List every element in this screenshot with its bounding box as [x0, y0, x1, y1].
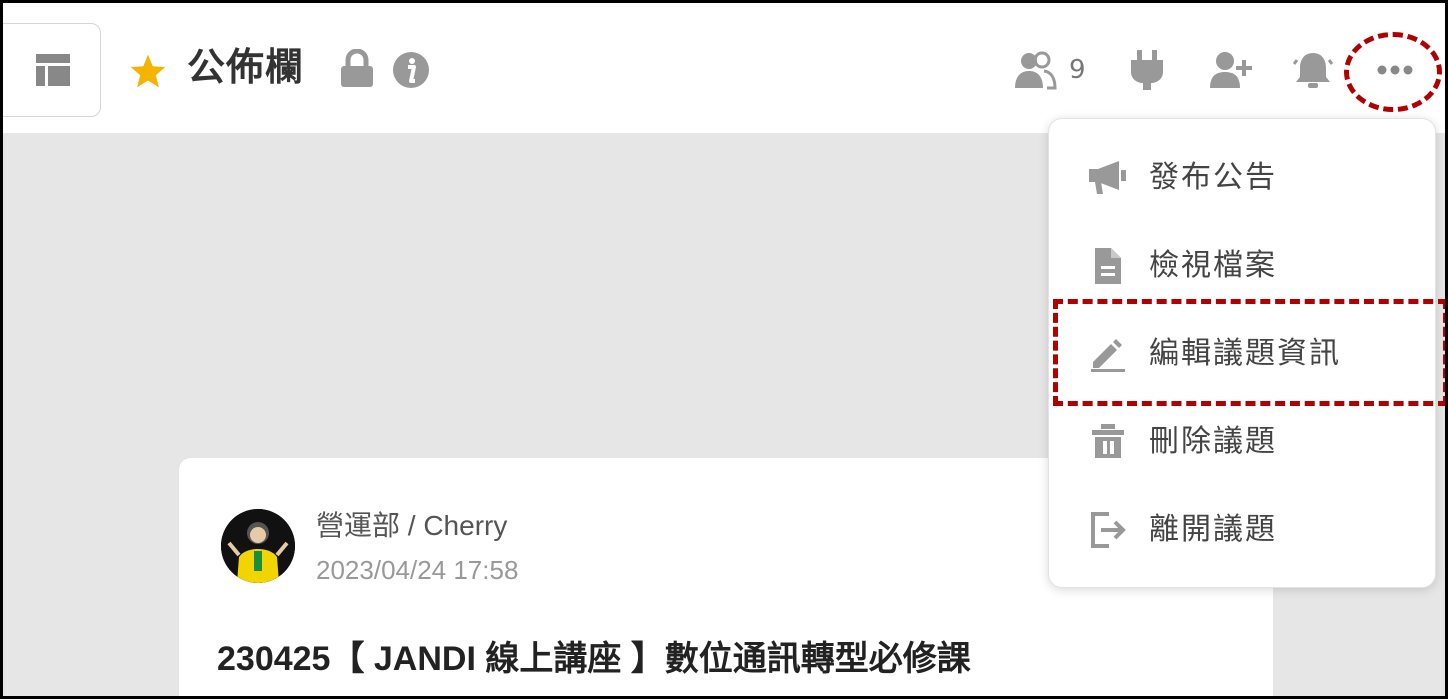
avatar-image — [221, 509, 295, 583]
menu-item-label: 發布公告 — [1149, 160, 1277, 195]
menu-item-view-files[interactable]: 檢視檔案 — [1049, 222, 1435, 310]
post-timestamp: 2023/04/24 17:58 — [316, 555, 519, 585]
plug-icon[interactable] — [1129, 50, 1165, 90]
post-author[interactable]: 營運部 / Cherry — [316, 508, 507, 544]
trash-icon — [1092, 424, 1124, 458]
topic-title: 公佈欄 — [187, 45, 305, 89]
star-icon[interactable] — [129, 53, 167, 89]
lock-icon — [341, 49, 373, 87]
app-frame: 公佈欄 9 營運部 / Cherry 2023/04/24 17:58 2304… — [0, 0, 1448, 699]
bell-icon[interactable] — [1293, 50, 1333, 90]
file-icon — [1095, 248, 1121, 284]
menu-item-leave-topic[interactable]: 離開議題 — [1049, 486, 1435, 574]
edit-item-highlight — [1053, 299, 1445, 406]
menu-item-label: 檢視檔案 — [1149, 248, 1277, 283]
exit-icon — [1091, 512, 1126, 548]
add-member-icon[interactable] — [1209, 50, 1253, 90]
avatar[interactable] — [221, 509, 295, 583]
menu-item-label: 離開議題 — [1149, 512, 1277, 547]
menu-item-delete-topic[interactable]: 刪除議題 — [1049, 398, 1435, 486]
members-icon[interactable] — [1013, 50, 1057, 90]
info-icon[interactable] — [392, 51, 430, 89]
megaphone-icon — [1089, 161, 1126, 194]
topic-header: 公佈欄 9 — [3, 3, 1445, 133]
post-title: 230425【 JANDI 線上講座 】數位通訊轉型必修課 — [217, 640, 971, 678]
menu-item-post-announcement[interactable]: 發布公告 — [1049, 134, 1435, 222]
member-count[interactable]: 9 — [1069, 53, 1086, 87]
more-button-highlight — [1344, 32, 1442, 112]
layout-icon — [36, 54, 70, 86]
layout-toggle-button[interactable] — [3, 23, 101, 117]
menu-item-label: 刪除議題 — [1149, 424, 1277, 459]
